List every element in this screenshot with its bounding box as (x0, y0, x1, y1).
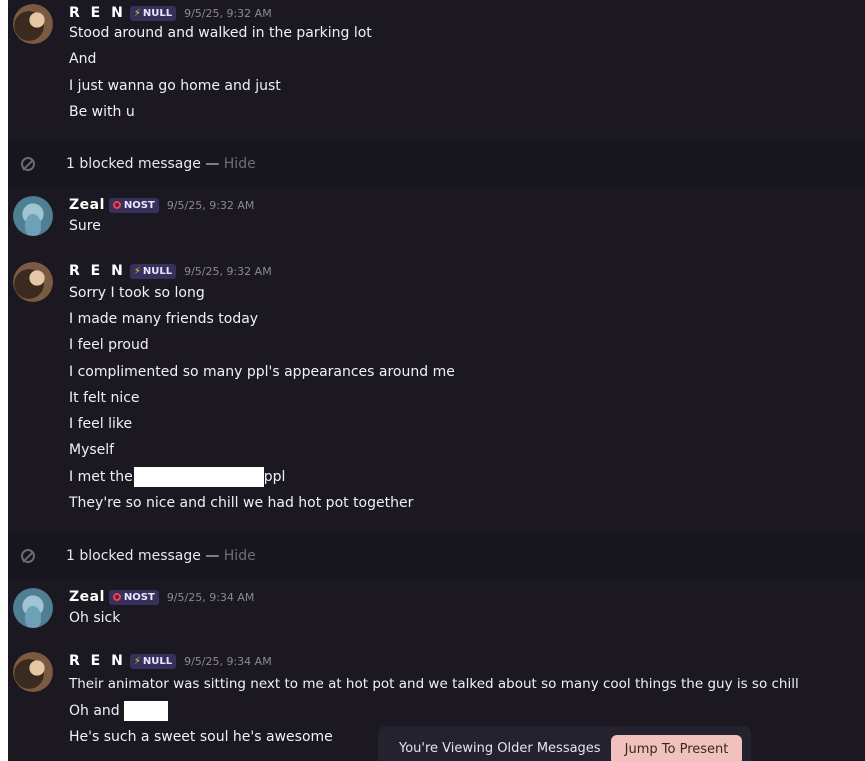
message-text: It felt nice (69, 390, 140, 406)
timestamp: 9/5/25, 9:32 AM (184, 6, 272, 20)
clan-tag[interactable]: NOST (108, 589, 159, 605)
avatar[interactable] (13, 588, 53, 628)
avatar[interactable] (13, 652, 53, 692)
clan-tag[interactable]: ⚡ NULL (129, 263, 177, 279)
blocked-icon (21, 157, 35, 171)
message-text: Oh and (69, 701, 168, 721)
message-group: Zeal NOST 9/5/25, 9:32 AM Sure (8, 186, 865, 240)
blocked-label: 1 blocked message — (66, 548, 220, 564)
bolt-icon: ⚡ (133, 7, 141, 19)
username[interactable]: R E N (69, 653, 126, 669)
message-text: I just wanna go home and just (69, 78, 281, 94)
message-header: R E N ⚡ NULL 9/5/25, 9:32 AM (69, 262, 272, 280)
username[interactable]: R E N (69, 5, 126, 21)
message-text: I made many friends today (69, 311, 259, 327)
jump-to-present-button[interactable]: Jump To Present (611, 735, 742, 761)
clan-tag[interactable]: ⚡ NULL (129, 5, 177, 21)
message-text: And (69, 51, 97, 67)
message-text: I complimented so many ppl's appearances… (69, 364, 455, 380)
message-header: Zeal NOST 9/5/25, 9:34 AM (69, 588, 254, 606)
message-header: R E N ⚡ NULL 9/5/25, 9:34 AM (69, 652, 272, 670)
blocked-label: 1 blocked message — (66, 156, 220, 172)
ring-icon (112, 593, 121, 601)
message-text: Oh sick (69, 610, 121, 626)
message-text: I feel like (69, 416, 133, 432)
message-group: R E N ⚡ NULL 9/5/25, 9:32 AM Stood around… (8, 0, 865, 142)
timestamp: 9/5/25, 9:32 AM (184, 264, 272, 278)
redaction-box (123, 701, 168, 721)
message-text: I met the ppl (69, 467, 286, 487)
message-text: They're so nice and chill we had hot pot… (69, 495, 414, 511)
username[interactable]: Zeal (69, 589, 105, 605)
bolt-icon: ⚡ (133, 655, 141, 667)
hide-link[interactable]: Hide (224, 156, 256, 172)
redaction-box (133, 467, 264, 487)
message-text: Their animator was sitting next to me at… (69, 676, 799, 692)
message-group: Zeal NOST 9/5/25, 9:34 AM Oh sick (8, 578, 865, 632)
message-header: R E N ⚡ NULL 9/5/25, 9:32 AM (69, 4, 272, 22)
blocked-message-row: 1 blocked message — Hide (8, 534, 865, 578)
timestamp: 9/5/25, 9:34 AM (184, 654, 272, 668)
ring-icon (112, 201, 121, 209)
username[interactable]: R E N (69, 263, 126, 279)
message-text: I feel proud (69, 337, 149, 353)
bolt-icon: ⚡ (133, 265, 141, 277)
message-header: Zeal NOST 9/5/25, 9:32 AM (69, 196, 254, 214)
message-text: Sure (69, 218, 101, 234)
clan-tag[interactable]: ⚡ NULL (129, 653, 177, 669)
chat-view: R E N ⚡ NULL 9/5/25, 9:32 AM Stood around… (8, 0, 865, 761)
message-text: He's such a sweet soul he's awesome (69, 729, 333, 745)
message-group: R E N ⚡ NULL 9/5/25, 9:32 AM Sorry I took… (8, 240, 865, 534)
blocked-icon (21, 549, 35, 563)
avatar[interactable] (13, 4, 53, 44)
hide-link[interactable]: Hide (224, 548, 256, 564)
avatar[interactable] (13, 262, 53, 302)
message-text: Sorry I took so long (69, 285, 205, 301)
message-text: Myself (69, 442, 115, 458)
message-text: Be with u (69, 104, 135, 120)
timestamp: 9/5/25, 9:32 AM (166, 198, 255, 212)
clan-tag[interactable]: NOST (108, 197, 159, 213)
timestamp: 9/5/25, 9:34 AM (166, 590, 255, 604)
older-messages-banner: You're Viewing Older Messages Jump To Pr… (378, 726, 751, 761)
older-messages-label: You're Viewing Older Messages (399, 741, 601, 756)
avatar[interactable] (13, 196, 53, 236)
blocked-message-row: 1 blocked message — Hide (8, 142, 865, 186)
username[interactable]: Zeal (69, 197, 105, 213)
message-text: Stood around and walked in the parking l… (69, 25, 372, 41)
